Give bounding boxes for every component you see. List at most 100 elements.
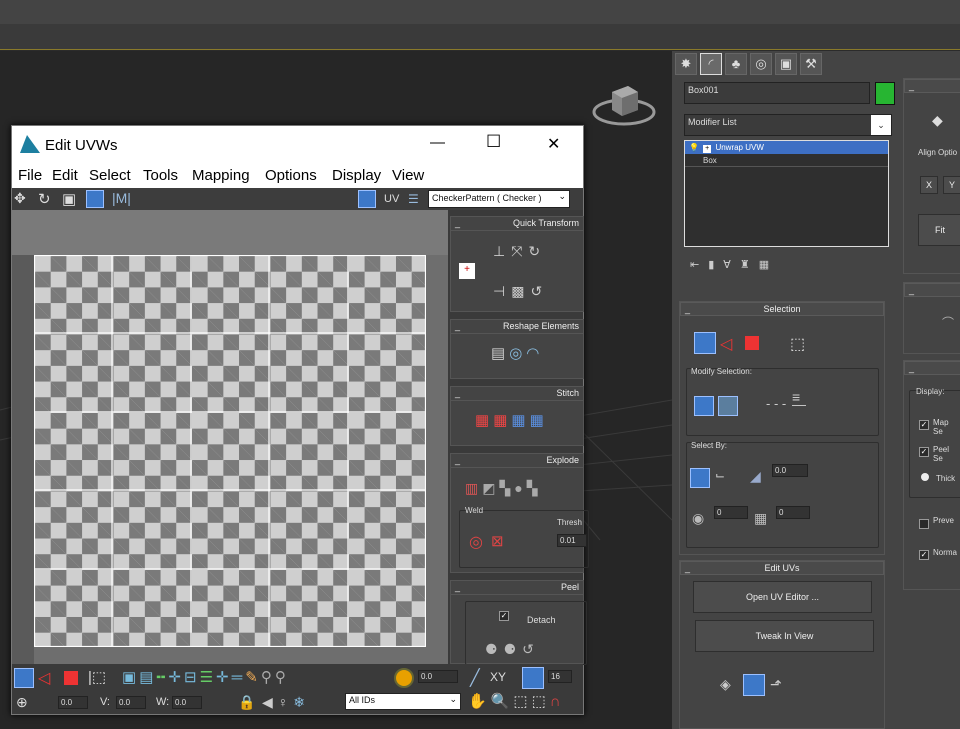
weld-selected-icon[interactable]: ⊠ <box>491 532 504 550</box>
viewcube-icon[interactable] <box>592 80 656 128</box>
paint-select-icon[interactable]: ✎ <box>245 669 261 686</box>
align-diagonal-icon[interactable]: ⤧ <box>511 243 528 259</box>
close-button[interactable]: ✕ <box>547 134 560 154</box>
angle-spinner[interactable]: 0.0 <box>772 464 808 477</box>
align-horizontal-icon[interactable]: ⊥ <box>493 243 511 259</box>
ring-icon[interactable]: ☰ <box>200 669 216 686</box>
object-color-swatch[interactable] <box>875 82 895 105</box>
align-vertical-icon[interactable]: ⊣ <box>493 283 511 299</box>
ring-selection-icon[interactable]: ≡ — <box>792 390 810 416</box>
reset-peel-icon[interactable]: ↺ <box>522 641 540 657</box>
select-by-material-icon[interactable]: ◉ <box>692 510 710 528</box>
configure-sets-icon[interactable]: ▦ <box>759 259 778 271</box>
hierarchy-icon[interactable]: ♣ <box>725 53 747 75</box>
relax-icon[interactable]: ◎ <box>509 345 526 362</box>
stitch-target-icon[interactable]: ▦ <box>493 412 511 429</box>
edge-distance-spinner[interactable]: 16 <box>548 670 572 683</box>
space-icon[interactable]: ▩ <box>511 283 530 299</box>
threshold-spinner[interactable]: 0.01 <box>557 534 587 547</box>
v-field[interactable]: 0.0 <box>116 696 146 709</box>
create-icon[interactable]: ✸ <box>675 53 697 75</box>
menu-display[interactable]: Display <box>332 167 381 184</box>
rollout-title[interactable]: _ Explode <box>451 454 583 468</box>
menu-tools[interactable]: Tools <box>143 167 178 184</box>
element-mode-icon[interactable]: |⬚ <box>88 668 118 688</box>
freeze-icon[interactable]: ❄ <box>293 694 310 710</box>
rotate-minus-90-icon[interactable]: ↺ <box>530 283 548 299</box>
quick-peel-icon[interactable]: ⚈ <box>485 641 504 657</box>
stack-item-unwrap-uvw[interactable]: 💡 + Unwrap UVW <box>685 141 888 154</box>
pan-icon[interactable]: ✋ <box>468 693 491 710</box>
falloff-icon[interactable]: ╱ <box>470 668 480 688</box>
object-name-field[interactable]: Box001 <box>684 82 870 104</box>
quick-planar-icon[interactable]: ◈ <box>720 676 740 696</box>
edge-select-icon[interactable]: ◁ <box>720 334 740 353</box>
soft-falloff-spinner[interactable]: 0.0 <box>418 670 458 683</box>
make-unique-icon[interactable]: ∀ <box>723 259 740 271</box>
vertex-mode-icon[interactable] <box>14 668 34 688</box>
remove-modifier-icon[interactable]: ♜ <box>740 259 759 271</box>
grow-icon[interactable]: ▣ <box>122 669 139 686</box>
straighten-icon[interactable]: ▤ <box>491 345 509 362</box>
select-by-edge-icon[interactable]: ⌙ <box>715 468 735 488</box>
w-field[interactable]: 0.0 <box>172 696 202 709</box>
select-by-element-icon[interactable] <box>690 468 710 488</box>
zoom-region-icon[interactable]: ⬚ <box>513 693 531 710</box>
paint-grow-icon[interactable]: ⚲ <box>261 669 275 686</box>
peel-mode-icon[interactable]: ⚈ <box>504 641 523 657</box>
explode-by-material-icon[interactable]: ● <box>514 480 526 496</box>
edge-mode-icon[interactable]: ◁ <box>38 668 58 688</box>
loop-icon[interactable]: ╍ <box>156 669 168 686</box>
rollout-title[interactable]: _ Quick Transform <box>451 217 583 231</box>
vertex-select-icon[interactable] <box>694 332 716 354</box>
select-by-smoothing-icon[interactable]: ▦ <box>754 510 772 528</box>
zoom-icon[interactable]: 🔍 <box>491 693 514 710</box>
utilities-icon[interactable]: ⚒ <box>800 53 822 75</box>
thick-radio[interactable] <box>921 473 929 481</box>
smoothing-group-spinner[interactable]: 0 <box>776 506 810 519</box>
stitch-average-icon[interactable]: ▦ <box>511 412 529 429</box>
minimize-button[interactable]: — <box>430 134 445 151</box>
pin-stack-icon[interactable]: ⇤ <box>690 259 708 271</box>
loop-grow-icon[interactable]: ✛ <box>168 669 184 686</box>
tweak-in-view-button[interactable]: Tweak In View <box>695 620 874 652</box>
modify-icon[interactable]: ◜ <box>700 53 722 75</box>
detach-checkbox[interactable]: ✓ <box>499 611 509 621</box>
rotate-icon[interactable]: ↻ <box>38 190 58 208</box>
map-seams-checkbox[interactable]: ✓ <box>919 420 929 430</box>
normalize-map-checkbox[interactable]: ✓ <box>919 550 929 560</box>
light-bulb-icon[interactable]: 💡 <box>689 143 699 152</box>
rollout-title[interactable]: _ Reshape Elements <box>451 320 583 334</box>
mirror-icon[interactable]: |M| <box>112 190 136 208</box>
stitch-custom-icon[interactable]: ▦ <box>530 412 548 429</box>
open-uv-editor-button[interactable]: Open UV Editor ... <box>693 581 872 613</box>
rollout-title[interactable]: _ Peel <box>451 581 583 595</box>
properties-icon[interactable]: ☰ <box>408 192 422 206</box>
fit-button[interactable]: Fit <box>918 214 960 246</box>
soft-selection-icon[interactable] <box>394 668 414 688</box>
texture-dropdown[interactable]: CheckerPattern ( Checker ) ⌄ <box>428 190 570 208</box>
element-select-icon[interactable]: ⬚ <box>790 334 810 354</box>
shrink-selection-icon[interactable] <box>718 396 738 416</box>
align-x-button[interactable]: X <box>920 176 938 194</box>
align-y-button[interactable]: Y <box>943 176 960 194</box>
prevent-reflattening-checkbox[interactable] <box>919 519 929 529</box>
polygon-select-icon[interactable] <box>745 336 759 350</box>
loop-shrink-icon[interactable]: ⊟ <box>184 669 200 686</box>
stack-item-box[interactable]: Box <box>685 154 888 167</box>
tweak-in-view-icon[interactable]: ⬏ <box>770 676 790 696</box>
display-icon[interactable]: ▣ <box>775 53 797 75</box>
freeform-icon[interactable] <box>86 190 104 208</box>
show-map-icon[interactable] <box>358 190 376 208</box>
lock-icon[interactable]: 🔒 <box>238 694 255 711</box>
zoom-extents-icon[interactable]: ⬚ <box>532 693 550 710</box>
uv-editor-canvas[interactable] <box>12 210 448 664</box>
rollout-title[interactable]: _ <box>904 283 960 297</box>
target-weld-icon[interactable]: ◎ <box>469 532 483 552</box>
rollout-title[interactable]: _ Selection <box>680 302 884 316</box>
rollout-title[interactable]: _ <box>904 361 960 375</box>
rollout-title[interactable]: _ Edit UVs <box>680 561 884 575</box>
ring-grow-icon[interactable]: ✛ <box>216 669 232 686</box>
uv-axis-label[interactable]: UV <box>384 193 399 205</box>
ring-shrink-icon[interactable]: ═ <box>232 669 246 686</box>
